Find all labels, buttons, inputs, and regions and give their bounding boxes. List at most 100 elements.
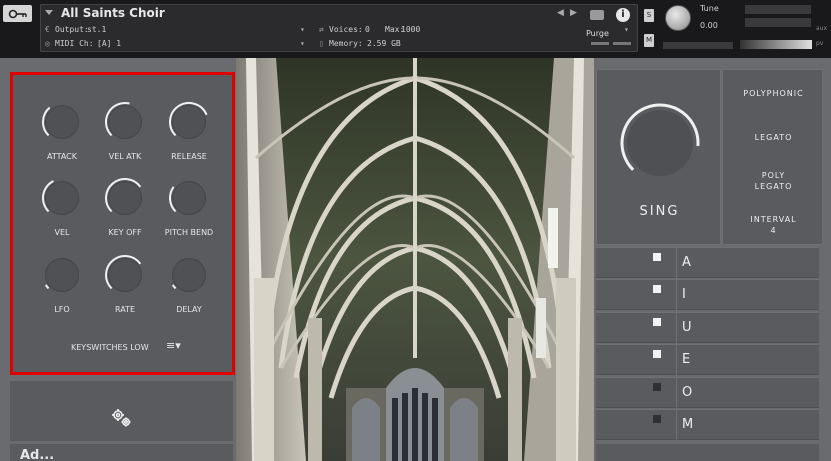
memory-value: 2.59 GB xyxy=(367,39,401,48)
pan-slider[interactable] xyxy=(663,42,733,49)
knob-rate[interactable] xyxy=(104,254,146,296)
vowel-row-o[interactable]: O xyxy=(596,376,819,409)
volume-slider[interactable] xyxy=(740,40,812,49)
knob-vel[interactable] xyxy=(41,177,83,219)
solo-button[interactable]: S xyxy=(644,9,654,22)
memory-label: Memory: xyxy=(329,39,363,48)
output-icon: € xyxy=(45,25,50,34)
vowel-row-u[interactable]: U xyxy=(596,311,819,344)
knob-label: PITCH BEND xyxy=(164,228,214,237)
knob-arc xyxy=(42,180,54,213)
info-icon[interactable]: i xyxy=(616,8,630,22)
knob-arc xyxy=(42,106,51,137)
vowel-row-i[interactable]: I xyxy=(596,279,819,312)
prev-instrument-icon[interactable]: ◀ xyxy=(557,8,564,18)
knob-arc xyxy=(171,284,177,290)
knob-attack[interactable] xyxy=(41,101,83,143)
settings-panel xyxy=(10,381,233,441)
max-value[interactable]: 1000 xyxy=(401,25,420,34)
sing-panel: SING xyxy=(596,69,721,245)
knob-label: DELAY xyxy=(176,305,202,314)
row-divider xyxy=(676,345,677,377)
pv-label[interactable]: pv xyxy=(816,40,823,47)
vowel-row-m[interactable]: M xyxy=(596,409,819,441)
mute-button[interactable]: M xyxy=(644,34,654,47)
mode-legato[interactable]: LEGATO xyxy=(723,132,824,143)
vowel-checkbox[interactable] xyxy=(653,285,661,294)
level-meter-right xyxy=(745,18,811,27)
vowel-letter: A xyxy=(682,255,691,270)
instrument-info-box: All Saints Choir ◀ ▶ i € Output: st.1 ▾ … xyxy=(40,4,638,52)
mode-poly-legato[interactable]: POLY LEGATO xyxy=(723,170,824,192)
menu-list-icon[interactable]: ≡▾ xyxy=(166,339,181,352)
knob-delay[interactable] xyxy=(168,254,210,296)
midi-label: MIDI Ch: xyxy=(55,39,94,48)
vowel-list-footer xyxy=(596,444,819,461)
row-divider xyxy=(676,280,677,312)
bottom-partial-text: Ad... xyxy=(20,448,55,461)
row-divider xyxy=(676,312,677,344)
voices-icon: ⇄ xyxy=(319,25,324,34)
knob-label: RELEASE xyxy=(171,152,207,161)
knob-arc xyxy=(44,284,50,290)
vowel-checkbox[interactable] xyxy=(653,382,661,391)
kontakt-window: All Saints Choir ◀ ▶ i € Output: st.1 ▾ … xyxy=(0,0,831,461)
vowel-checkbox[interactable] xyxy=(653,350,661,359)
mode-polyphonic[interactable]: POLYPHONIC xyxy=(723,88,824,99)
row-divider xyxy=(676,377,677,409)
camera-icon[interactable] xyxy=(590,10,604,20)
memory-meter-left xyxy=(591,42,609,45)
memory-icon: ▯ xyxy=(319,39,324,48)
level-meter-left xyxy=(745,5,811,14)
vowel-row-a[interactable]: A xyxy=(596,247,819,279)
keyswitches-label[interactable]: KEYSWITCHES LOW xyxy=(71,343,149,352)
knob-arc xyxy=(105,255,142,290)
knob-arc xyxy=(169,186,177,213)
collapse-caret-icon[interactable] xyxy=(45,10,53,15)
vowel-checkbox[interactable] xyxy=(653,253,661,261)
vowel-letter: I xyxy=(682,287,686,303)
vowel-letter: U xyxy=(682,319,692,335)
tune-knob[interactable] xyxy=(665,5,691,31)
midi-dropdown-icon[interactable]: ▾ xyxy=(300,39,305,48)
output-dropdown-icon[interactable]: ▾ xyxy=(300,25,305,34)
purge-button[interactable]: Purge xyxy=(586,29,609,38)
knob-vel-atk[interactable] xyxy=(104,101,146,143)
output-value[interactable]: st.1 xyxy=(87,25,106,34)
voices-value: 0 xyxy=(365,25,370,34)
vowel-row-e[interactable]: E xyxy=(596,344,819,377)
knob-release[interactable] xyxy=(168,101,210,143)
wrench-icon[interactable] xyxy=(3,5,32,22)
play-modes-panel: POLYPHONIC LEGATO POLY LEGATO INTERVAL 4 xyxy=(722,69,823,245)
midi-value[interactable]: [A] 1 xyxy=(97,39,121,48)
instrument-header: All Saints Choir ◀ ▶ i € Output: st.1 ▾ … xyxy=(0,0,831,58)
cathedral-image xyxy=(236,58,594,461)
knob-pitch-bend[interactable] xyxy=(168,177,210,219)
sing-label: SING xyxy=(639,204,680,219)
row-divider xyxy=(676,248,677,279)
vowel-letter: O xyxy=(682,384,693,400)
vowel-checkbox[interactable] xyxy=(653,317,661,326)
next-instrument-icon[interactable]: ▶ xyxy=(570,8,577,18)
midi-icon: ◎ xyxy=(45,39,50,48)
gear-icon[interactable] xyxy=(110,407,134,433)
knob-key-off[interactable] xyxy=(104,177,146,219)
purge-dropdown-icon[interactable]: ▾ xyxy=(624,25,629,34)
knob-arc xyxy=(105,178,142,213)
voices-label: Voices: xyxy=(329,25,363,34)
tune-value: 0.00 xyxy=(700,21,718,30)
tune-label: Tune xyxy=(700,4,719,13)
output-label: Output: xyxy=(55,25,89,34)
mode-interval[interactable]: INTERVAL 4 xyxy=(723,214,824,236)
knob-lfo[interactable] xyxy=(41,254,83,296)
memory-meter-right xyxy=(613,42,631,45)
knob-arc xyxy=(169,102,208,137)
vowel-letter: E xyxy=(682,352,691,368)
instrument-title[interactable]: All Saints Choir xyxy=(61,6,165,20)
sing-knob[interactable] xyxy=(617,100,703,190)
aux-label[interactable]: aux xyxy=(816,25,827,32)
envelope-controls-panel: ATTACK VEL ATK RELEASE VEL KEY OFF PITCH BEND… xyxy=(10,72,235,375)
knob-arc xyxy=(105,102,130,137)
row-divider xyxy=(676,410,677,441)
vowel-checkbox[interactable] xyxy=(653,415,661,423)
